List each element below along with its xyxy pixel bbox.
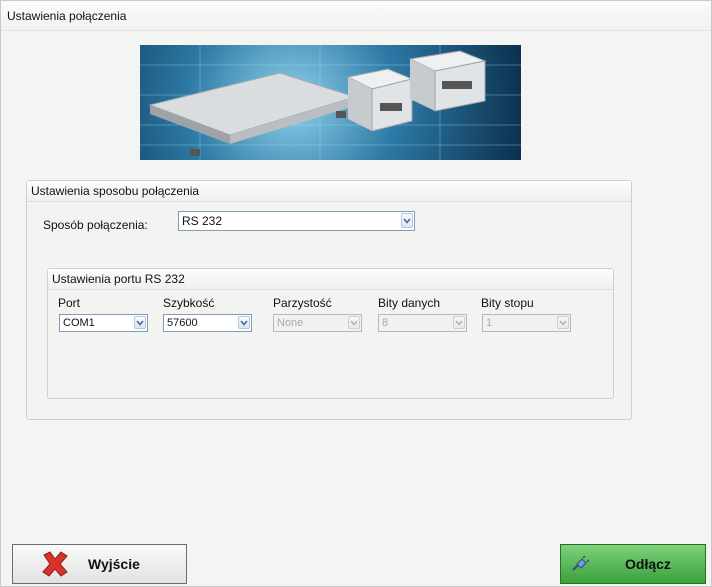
connection-method-select[interactable]: RS 232 xyxy=(178,211,415,231)
port-select[interactable]: COM1 xyxy=(59,314,148,332)
port-label: Port xyxy=(58,296,81,310)
connection-method-label: Sposób połączenia: xyxy=(43,218,148,232)
port-settings-group: Ustawienia portu RS 232 Port COM1 Szybko… xyxy=(47,268,614,399)
parity-label: Parzystość xyxy=(273,296,332,310)
port-settings-group-title: Ustawienia portu RS 232 xyxy=(48,269,613,290)
stop-bits-select[interactable]: 1 xyxy=(482,314,571,332)
red-x-icon xyxy=(40,550,70,578)
disconnect-button-label: Odłącz xyxy=(625,556,671,572)
chevron-down-icon[interactable] xyxy=(401,213,413,228)
chevron-down-icon xyxy=(453,316,465,329)
data-bits-label: Bity danych xyxy=(378,296,441,310)
exit-button[interactable]: Wyjście xyxy=(12,544,187,584)
chevron-down-icon xyxy=(557,316,569,329)
data-bits-select[interactable]: 8 xyxy=(378,314,467,332)
baud-rate-value: 57600 xyxy=(167,317,198,329)
connection-method-value: RS 232 xyxy=(182,214,223,228)
scale-banner-illustration xyxy=(140,45,521,160)
parity-select[interactable]: None xyxy=(273,314,362,332)
exit-button-label: Wyjście xyxy=(88,556,140,572)
scale-banner-image xyxy=(140,45,521,160)
stop-bits-value: 1 xyxy=(486,317,493,329)
bottom-button-bar: Wyjście Odłącz xyxy=(1,541,711,586)
window-title: Ustawienia połączenia xyxy=(1,1,711,31)
plug-icon xyxy=(571,556,589,572)
chevron-down-icon xyxy=(348,316,360,329)
connection-settings-group: Ustawienia sposobu połączenia Sposób poł… xyxy=(26,180,632,420)
port-value: COM1 xyxy=(63,317,95,329)
data-bits-value: 8 xyxy=(382,317,389,329)
stop-bits-label: Bity stopu xyxy=(481,296,534,310)
baud-rate-label: Szybkość xyxy=(163,296,215,310)
connection-settings-window: Ustawienia połączenia Ustawienia sposobu… xyxy=(0,0,712,587)
chevron-down-icon[interactable] xyxy=(134,316,146,329)
chevron-down-icon[interactable] xyxy=(238,316,250,329)
connection-settings-group-title: Ustawienia sposobu połączenia xyxy=(27,181,631,202)
disconnect-button[interactable]: Odłącz xyxy=(560,544,706,584)
baud-rate-select[interactable]: 57600 xyxy=(163,314,252,332)
parity-value: None xyxy=(277,317,304,329)
